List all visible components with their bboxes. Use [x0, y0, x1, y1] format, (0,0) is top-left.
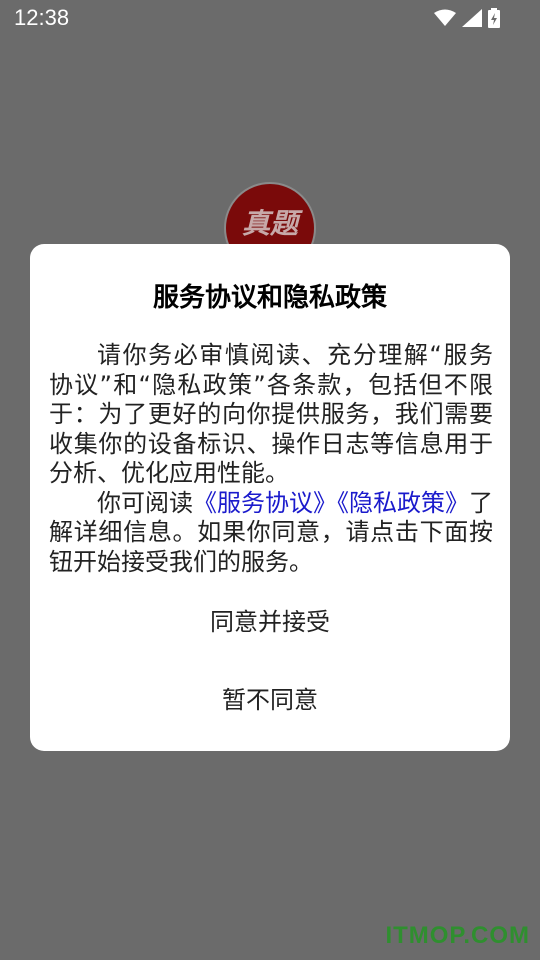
- dialog-paragraph-1: 请你务必审慎阅读、充分理解“服务协议”和“隐私政策”各条款，包括但不限于：为了更…: [49, 341, 493, 487]
- dialog-body: 请你务必审慎阅读、充分理解“服务协议”和“隐私政策”各条款，包括但不限于：为了更…: [49, 341, 493, 577]
- wifi-icon: [434, 9, 456, 26]
- status-bar: 12:38: [0, 0, 540, 38]
- app-logo-text: 真题: [241, 207, 298, 240]
- privacy-dialog: 服务协议和隐私政策 请你务必审慎阅读、充分理解“服务协议”和“隐私政策”各条款，…: [30, 244, 510, 751]
- watermark: ITMOP.COM: [385, 922, 530, 949]
- agree-button[interactable]: 同意并接受: [30, 600, 510, 644]
- signal-icon: [462, 9, 482, 27]
- para2-prefix: 你可阅读: [97, 488, 193, 517]
- status-time: 12:38: [14, 5, 70, 30]
- service-agreement-link[interactable]: 《服务协议》: [193, 489, 337, 517]
- battery-charging-icon: [488, 8, 500, 28]
- decline-button[interactable]: 暂不同意: [30, 678, 510, 722]
- dialog-title: 服务协议和隐私政策: [152, 283, 387, 313]
- dialog-paragraph-2: 你可阅读《服务协议》《隐私政策》了解详细信息。如果你同意，请点击下面按钮开始接受…: [49, 489, 493, 578]
- privacy-policy-link[interactable]: 《隐私政策》: [337, 489, 469, 517]
- status-icons: [434, 8, 500, 28]
